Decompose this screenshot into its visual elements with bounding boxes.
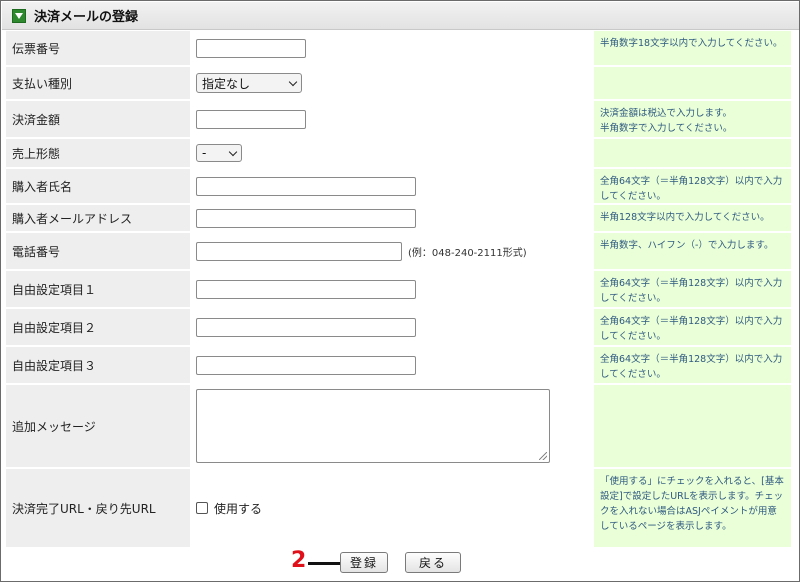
field-cell: 指定なし (192, 67, 592, 99)
field-label: 追加メッセージ (6, 385, 190, 467)
form-row-custom-2: 自由設定項目２ 全角64文字（＝半角128文字）以内で入力してください。 (6, 309, 796, 345)
step-marker: 2 (291, 548, 307, 573)
form-row-custom-1: 自由設定項目１ 全角64文字（＝半角128文字）以内で入力してください。 (6, 271, 796, 307)
form-row-return-url: 決済完了URL・戻り先URL 使用する 「使用する」にチェックを入れると、[基本… (6, 469, 796, 547)
step-marker-arrow (308, 562, 342, 565)
field-note (594, 139, 791, 167)
form-row-payment-type: 支払い種別 指定なし (6, 67, 796, 99)
form-row-buyer-email: 購入者メールアドレス 半角128文字以内で入力してください。 (6, 205, 796, 231)
form-row-sales-type: 売上形態 - (6, 139, 796, 167)
dialog-frame: 決済メールの登録 伝票番号 半角数字18文字以内で入力してください。 支払い種別… (0, 0, 800, 582)
custom-field-2-input[interactable] (196, 317, 416, 337)
custom-field-3-input[interactable] (196, 355, 416, 375)
field-label: 自由設定項目１ (6, 271, 190, 307)
field-cell (192, 271, 592, 307)
resize-grip-icon[interactable] (539, 452, 547, 460)
field-label: 自由設定項目２ (6, 309, 190, 345)
field-cell: (例：048-240-2111形式) (192, 233, 592, 269)
field-cell (192, 101, 592, 137)
field-cell (192, 309, 592, 345)
payment-type-select[interactable]: 指定なし (196, 73, 302, 93)
field-label: 売上形態 (6, 139, 190, 167)
use-url-checkbox[interactable] (196, 502, 208, 514)
buyer-name-input[interactable] (196, 176, 416, 196)
field-label: 自由設定項目３ (6, 347, 190, 383)
field-cell: 使用する (192, 469, 592, 547)
field-label: 支払い種別 (6, 67, 190, 99)
sales-type-select[interactable]: - (196, 144, 242, 162)
section-header: 決済メールの登録 (2, 2, 799, 30)
field-label: 購入者メールアドレス (6, 205, 190, 231)
field-cell: - (192, 139, 592, 167)
custom-field-1-input[interactable] (196, 279, 416, 299)
phone-format-example: (例：048-240-2111形式) (408, 247, 527, 259)
field-label: 購入者氏名 (6, 169, 190, 203)
form-row-custom-3: 自由設定項目３ 全角64文字（＝半角128文字）以内で入力してください。 (6, 347, 796, 383)
field-note (594, 385, 791, 467)
field-note: 半角128文字以内で入力してください。 (594, 205, 791, 231)
buyer-email-input[interactable] (196, 208, 416, 228)
field-label: 決済完了URL・戻り先URL (6, 469, 190, 547)
field-note: 全角64文字（＝半角128文字）以内で入力してください。 (594, 309, 791, 345)
field-label: 電話番号 (6, 233, 190, 269)
field-cell (192, 347, 592, 383)
field-note: 半角数字18文字以内で入力してください。 (594, 31, 791, 65)
back-button[interactable]: 戻る (405, 552, 461, 573)
field-cell (192, 31, 592, 65)
message-textarea[interactable] (196, 389, 550, 463)
field-cell (192, 169, 592, 203)
slip-number-input[interactable] (196, 38, 306, 58)
select-value: - (202, 146, 207, 160)
select-value: 指定なし (202, 76, 251, 91)
amount-input[interactable] (196, 109, 306, 129)
field-note (594, 67, 791, 99)
form-row-message: 追加メッセージ (6, 385, 796, 467)
field-cell (192, 385, 592, 467)
form-row-phone: 電話番号 (例：048-240-2111形式) 半角数字、ハイフン（-）で入力し… (6, 233, 796, 269)
field-note: 全角64文字（＝半角128文字）以内で入力してください。 (594, 169, 791, 203)
field-note: 決済金額は税込で入力します。 半角数字で入力してください。 (594, 101, 791, 137)
field-note: 半角数字、ハイフン（-）で入力します。 (594, 233, 791, 269)
use-url-checkbox-label[interactable]: 使用する (214, 500, 262, 517)
chevron-down-icon (288, 77, 298, 86)
form-row-amount: 決済金額 決済金額は税込で入力します。 半角数字で入力してください。 (6, 101, 796, 137)
field-note: 「使用する」にチェックを入れると、[基本設定]で設定したURLを表示します。チェ… (594, 469, 791, 547)
form-row-buyer-name: 購入者氏名 全角64文字（＝半角128文字）以内で入力してください。 (6, 169, 796, 203)
field-label: 決済金額 (6, 101, 190, 137)
form-row-slip-number: 伝票番号 半角数字18文字以内で入力してください。 (6, 31, 796, 65)
register-button[interactable]: 登録 (340, 552, 388, 573)
field-cell (192, 205, 592, 231)
field-label: 伝票番号 (6, 31, 190, 65)
field-note: 全角64文字（＝半角128文字）以内で入力してください。 (594, 271, 791, 307)
triangle-down-icon (12, 8, 26, 23)
form-footer: 2 登録 戻る (2, 547, 799, 581)
page-title: 決済メールの登録 (34, 10, 139, 25)
chevron-down-icon (228, 147, 238, 156)
field-note: 全角64文字（＝半角128文字）以内で入力してください。 (594, 347, 791, 383)
phone-input[interactable] (196, 241, 402, 261)
